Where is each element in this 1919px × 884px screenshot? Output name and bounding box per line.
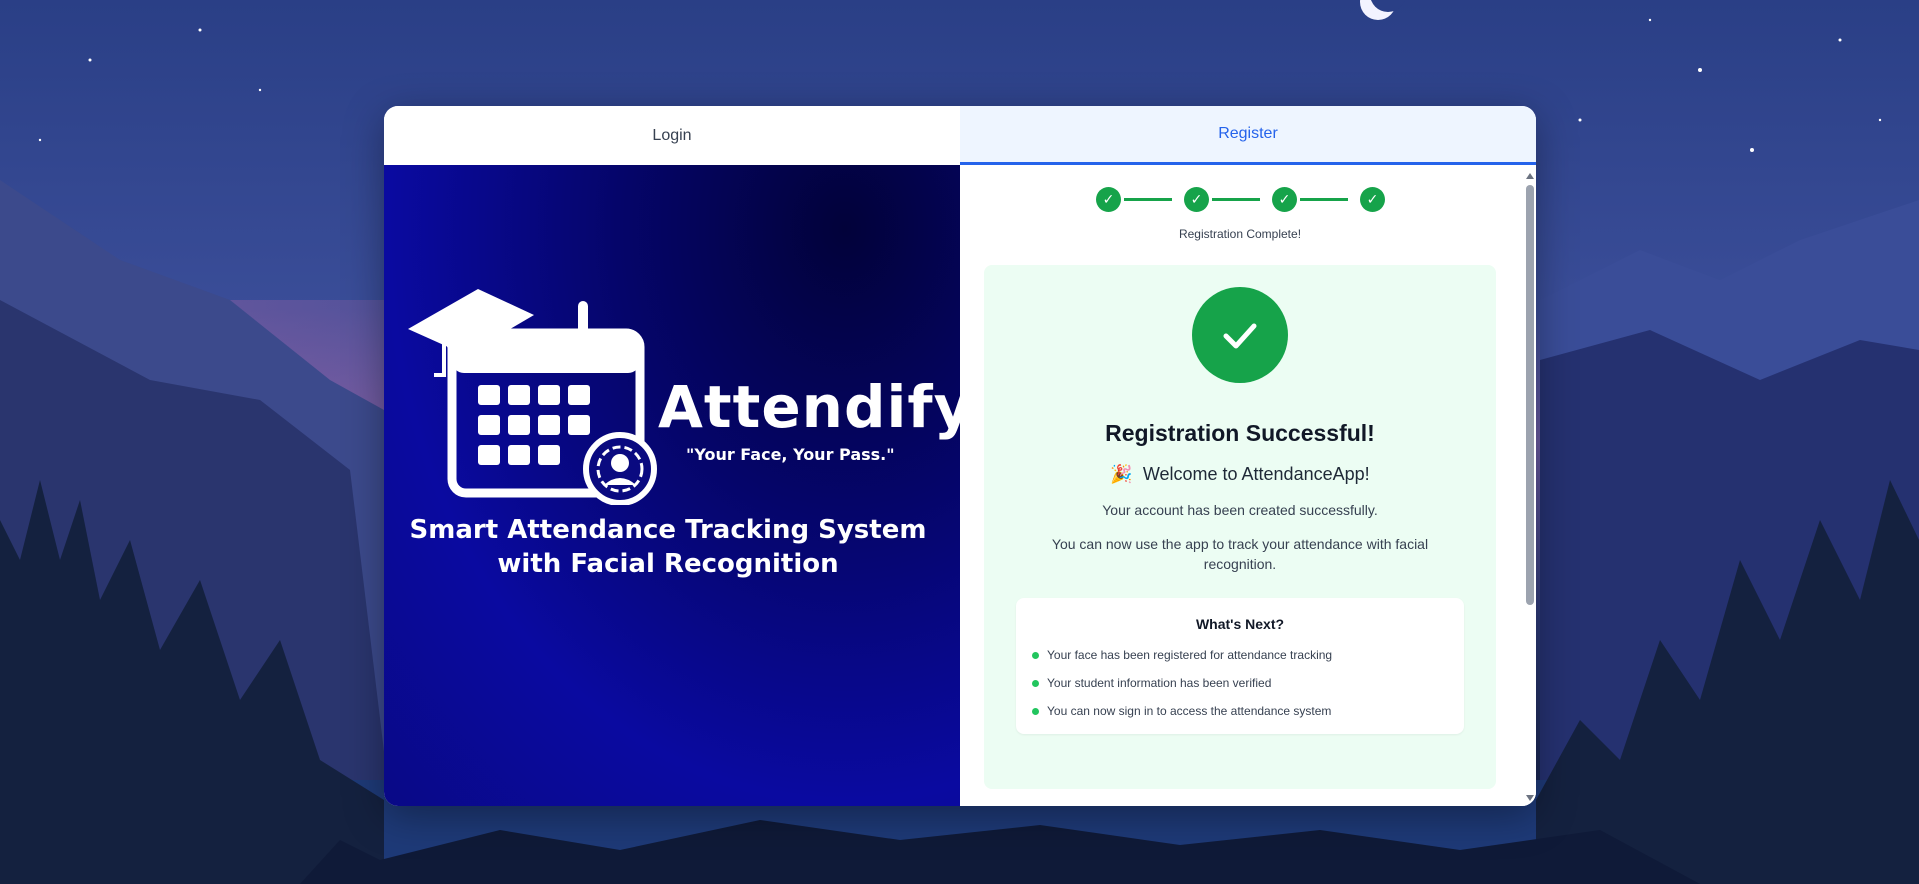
auth-tabs: Login Register xyxy=(384,106,1536,165)
welcome-message: 🎉 Welcome to AttendanceApp! xyxy=(984,464,1496,485)
scroll-thumb[interactable] xyxy=(1526,185,1534,605)
tab-login[interactable]: Login xyxy=(384,106,960,165)
welcome-text: Welcome to AttendanceApp! xyxy=(1142,464,1370,484)
success-check-icon xyxy=(1192,287,1288,383)
success-card: Registration Successful! 🎉 Welcome to At… xyxy=(984,265,1496,789)
whats-next-title: What's Next? xyxy=(1195,616,1285,632)
step-3-check-icon: ✓ xyxy=(1272,187,1297,212)
step-2-check-icon: ✓ xyxy=(1184,187,1209,212)
account-created-text: Your account has been created successful… xyxy=(1102,502,1378,518)
register-panel: ✓ ✓ ✓ ✓ Registration Complete! Registrat… xyxy=(960,165,1536,806)
brand-subtitle: Smart Attendance Tracking System with Fa… xyxy=(408,513,928,581)
success-title: Registration Successful! xyxy=(1105,420,1375,446)
party-popper-icon: 🎉 xyxy=(1110,464,1133,484)
step-connector xyxy=(1124,198,1172,201)
registration-stepper: ✓ ✓ ✓ ✓ xyxy=(960,187,1520,213)
step-connector xyxy=(1212,198,1260,201)
auth-card: Login Register Attendify "Your Face, You… xyxy=(384,106,1536,806)
scroll-down-arrow-icon[interactable] xyxy=(1526,795,1534,801)
track-attendance-text: You can now use the app to track your at… xyxy=(1051,536,1429,572)
list-item-text: Your student information has been verifi… xyxy=(1047,676,1272,690)
step-1-check-icon: ✓ xyxy=(1096,187,1121,212)
list-item: Your student information has been verifi… xyxy=(1032,676,1271,690)
bullet-icon xyxy=(1032,707,1039,715)
bullet-icon xyxy=(1032,651,1039,659)
scroll-up-arrow-icon[interactable] xyxy=(1526,173,1534,179)
step-connector xyxy=(1300,198,1348,201)
brand-subtitle-line1: Smart Attendance Tracking System xyxy=(409,515,927,545)
attendify-logo: Attendify "Your Face, Your Pass." Smart … xyxy=(408,275,960,585)
list-item-text: Your face has been registered for attend… xyxy=(1047,648,1333,662)
brand-name: Attendify xyxy=(658,373,960,441)
step-4-check-icon: ✓ xyxy=(1360,187,1385,212)
tab-register[interactable]: Register xyxy=(960,106,1536,165)
list-item: You can now sign in to access the attend… xyxy=(1032,704,1331,718)
bullet-icon xyxy=(1032,679,1039,687)
step-caption: Registration Complete! xyxy=(1178,227,1302,241)
list-item-text: You can now sign in to access the attend… xyxy=(1047,704,1332,718)
brand-subtitle-line2: with Facial Recognition xyxy=(497,549,839,579)
whats-next-card: What's Next? Your face has been register… xyxy=(1016,598,1464,734)
brand-panel: Attendify "Your Face, Your Pass." Smart … xyxy=(384,165,960,806)
panel-scrollbar[interactable] xyxy=(1524,165,1536,806)
brand-tagline: "Your Face, Your Pass." xyxy=(686,445,895,464)
list-item: Your face has been registered for attend… xyxy=(1032,648,1332,662)
